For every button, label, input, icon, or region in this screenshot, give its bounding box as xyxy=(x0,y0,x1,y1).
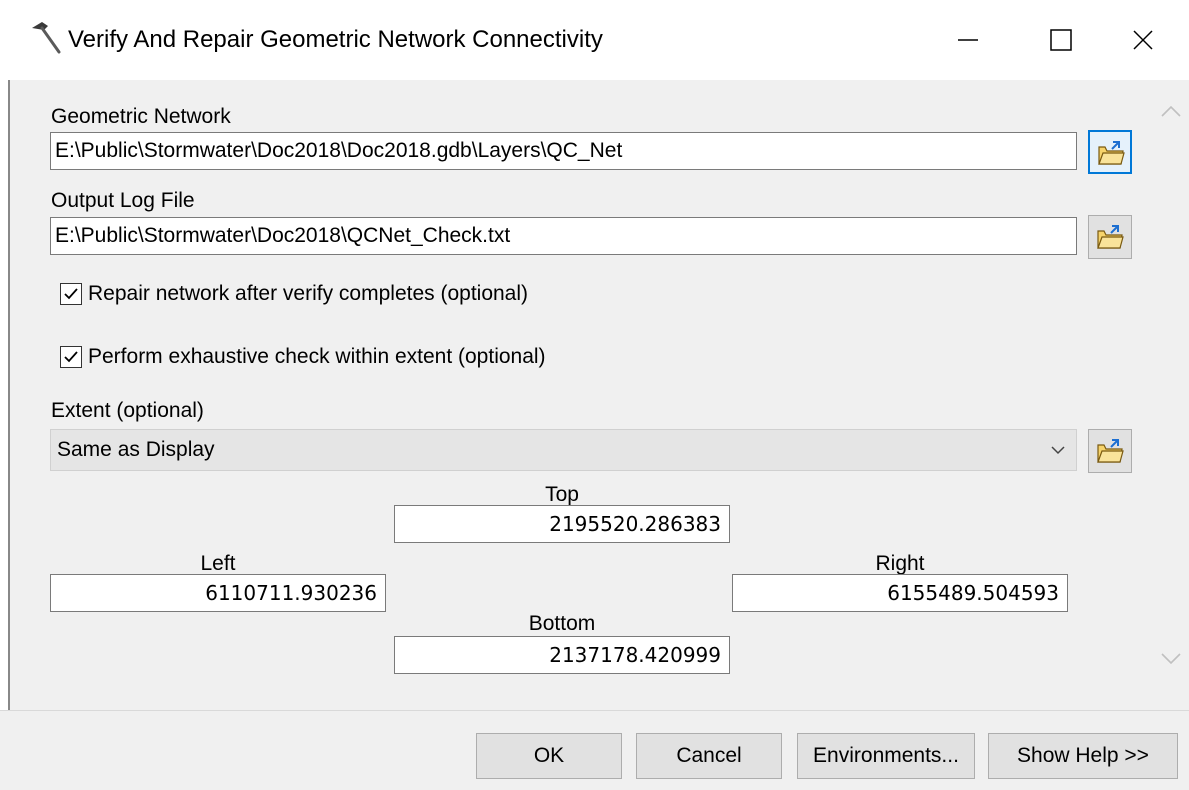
parameters-panel: Geometric Network E:\Public\Stormwater\D… xyxy=(10,80,1152,710)
exhaustive-check-checkbox[interactable] xyxy=(60,346,82,368)
extent-right-input[interactable]: 6155489.504593 xyxy=(732,574,1068,612)
environments-button[interactable]: Environments... xyxy=(797,733,975,779)
output-log-file-label: Output Log File xyxy=(51,189,195,212)
scroll-down-icon[interactable] xyxy=(1160,650,1182,666)
open-folder-icon xyxy=(1098,141,1125,165)
checkmark-icon xyxy=(64,351,78,363)
ok-button[interactable]: OK xyxy=(476,733,622,779)
extent-bottom-label: Bottom xyxy=(528,612,596,635)
checkmark-icon xyxy=(64,288,78,300)
tool-dialog: Verify And Repair Geometric Network Conn… xyxy=(0,0,1189,790)
vertical-scrollbar[interactable] xyxy=(1152,80,1189,710)
output-log-file-browse-button[interactable] xyxy=(1088,215,1132,259)
chevron-down-icon xyxy=(1051,446,1065,455)
geometric-network-label: Geometric Network xyxy=(51,105,231,128)
output-log-file-input[interactable]: E:\Public\Stormwater\Doc2018\QCNet_Check… xyxy=(50,217,1077,255)
extent-dropdown[interactable]: Same as Display xyxy=(50,429,1077,471)
window-title: Verify And Repair Geometric Network Conn… xyxy=(68,26,603,53)
repair-network-checkbox[interactable] xyxy=(60,283,82,305)
extent-selected-value: Same as Display xyxy=(57,438,215,461)
geometric-network-input[interactable]: E:\Public\Stormwater\Doc2018\Doc2018.gdb… xyxy=(50,132,1077,170)
geometric-network-browse-button[interactable] xyxy=(1088,130,1132,174)
open-folder-icon xyxy=(1097,225,1124,249)
hammer-icon xyxy=(28,20,62,56)
dialog-footer: OK Cancel Environments... Show Help >> xyxy=(0,710,1189,790)
close-icon xyxy=(1133,30,1153,50)
minimize-button[interactable] xyxy=(922,0,1014,80)
extent-browse-button[interactable] xyxy=(1088,429,1132,473)
title-bar[interactable]: Verify And Repair Geometric Network Conn… xyxy=(0,0,1189,80)
extent-left-input[interactable]: 6110711.930236 xyxy=(50,574,386,612)
show-help-button[interactable]: Show Help >> xyxy=(988,733,1178,779)
maximize-button[interactable] xyxy=(1015,0,1107,80)
exhaustive-check-label[interactable]: Perform exhaustive check within extent (… xyxy=(88,344,546,370)
scroll-up-icon[interactable] xyxy=(1160,104,1182,120)
extent-top-input[interactable]: 2195520.286383 xyxy=(394,505,730,543)
dialog-left-border xyxy=(0,80,10,710)
repair-network-label[interactable]: Repair network after verify completes (o… xyxy=(88,281,528,307)
open-folder-icon xyxy=(1097,439,1124,463)
extent-label: Extent (optional) xyxy=(51,399,204,422)
close-button[interactable] xyxy=(1097,0,1189,80)
cancel-button[interactable]: Cancel xyxy=(636,733,782,779)
extent-bottom-input[interactable]: 2137178.420999 xyxy=(394,636,730,674)
minimize-icon xyxy=(958,39,978,41)
maximize-icon xyxy=(1050,29,1072,51)
